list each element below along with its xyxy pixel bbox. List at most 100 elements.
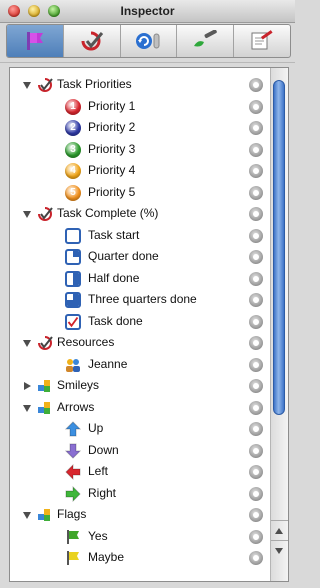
arrow-svg — [64, 421, 82, 437]
detail-icon[interactable] — [249, 250, 263, 264]
detail-icon[interactable] — [249, 422, 263, 436]
scroll-up-button[interactable] — [271, 520, 288, 541]
style-row[interactable]: 1 Priority 1 — [10, 96, 268, 118]
group-row[interactable]: Task Priorities — [10, 74, 268, 96]
row-label: Task done — [88, 313, 143, 328]
progress-0-icon — [65, 227, 81, 244]
detail-icon[interactable] — [249, 400, 263, 415]
window-title: Inspector — [120, 4, 175, 18]
detail-icon[interactable] — [249, 293, 263, 307]
detail-icon[interactable] — [249, 207, 263, 221]
group-row[interactable]: Resources — [10, 332, 268, 354]
arrow-left-icon — [65, 463, 81, 481]
tab-styles[interactable] — [7, 25, 64, 57]
style-row[interactable]: 4 Priority 4 — [10, 160, 268, 182]
priority-number: 4 — [70, 165, 76, 176]
task-done-icon — [65, 313, 81, 330]
sync-tab-icon — [136, 33, 160, 49]
group-row[interactable]: Smileys — [10, 375, 268, 397]
detail-icon[interactable] — [249, 465, 263, 479]
priority-1-icon: 1 — [65, 98, 81, 115]
detail-icon[interactable] — [249, 529, 263, 544]
progress-fill — [67, 300, 79, 306]
detail-icon[interactable] — [249, 336, 263, 350]
puzzle-svg — [38, 509, 50, 521]
checkmark-svg — [38, 207, 53, 221]
disclosure-closed-icon[interactable] — [24, 382, 31, 390]
style-row[interactable]: 3 Priority 3 — [10, 139, 268, 161]
detail-icon[interactable] — [249, 443, 263, 458]
flag-maybe-icon — [65, 550, 81, 566]
style-row[interactable]: Right — [10, 483, 268, 505]
style-row[interactable]: Jeanne — [10, 354, 268, 376]
group-row[interactable]: Task Complete (%) — [10, 203, 268, 225]
row-label: Up — [88, 421, 104, 435]
brush-tab-icon — [194, 30, 218, 47]
row-label: Priority 4 — [88, 163, 136, 177]
progress-50-icon — [65, 270, 81, 287]
style-row[interactable]: Down — [10, 440, 268, 462]
scroll-up-icon — [275, 528, 283, 534]
row-label: Priority 5 — [88, 184, 136, 199]
arrow-right-icon — [65, 485, 81, 502]
disclosure-open-icon[interactable] — [23, 404, 31, 412]
scroll-down-icon — [275, 548, 283, 554]
checkmark-svg — [38, 78, 53, 92]
styles-list: Task Priorities 1 Priority 1 2 Priority 2 3 Pr… — [9, 67, 289, 582]
disclosure-open-icon[interactable] — [23, 340, 31, 347]
style-row[interactable]: Left — [10, 461, 268, 483]
disclosure-open-icon[interactable] — [23, 82, 31, 89]
row-label: Resources — [57, 335, 115, 349]
vertical-scrollbar[interactable] — [270, 68, 288, 581]
group-row[interactable]: Flags — [10, 504, 268, 526]
detail-icon[interactable] — [249, 121, 263, 135]
style-row[interactable]: Three quarters done — [10, 289, 268, 311]
checkmark-group-icon — [37, 335, 53, 351]
title-bar: Inspector — [0, 0, 295, 23]
tab-resources[interactable] — [121, 25, 178, 57]
disclosure-open-icon[interactable] — [23, 512, 31, 519]
scroll-thumb[interactable] — [273, 80, 285, 415]
detail-icon[interactable] — [249, 164, 263, 178]
row-label: Right — [88, 485, 117, 500]
detail-icon[interactable] — [249, 142, 263, 157]
detail-icon[interactable] — [249, 508, 263, 522]
detail-icon[interactable] — [249, 185, 263, 200]
progress-25-icon — [65, 249, 81, 265]
style-row[interactable]: 5 Priority 5 — [10, 182, 268, 204]
style-row[interactable]: Task done — [10, 311, 268, 333]
style-row[interactable]: Half done — [10, 268, 268, 290]
detail-icon[interactable] — [249, 551, 263, 565]
task-done-check — [67, 316, 79, 327]
detail-icon[interactable] — [249, 99, 263, 114]
row-label: Priority 3 — [88, 141, 136, 156]
priority-number: 2 — [70, 122, 76, 133]
puzzle-group-icon — [37, 507, 53, 523]
style-row[interactable]: Yes — [10, 526, 268, 548]
arrow-svg — [65, 463, 81, 481]
tab-notes[interactable] — [234, 25, 290, 57]
tab-appearance[interactable] — [177, 25, 235, 57]
disclosure-open-icon[interactable] — [23, 211, 31, 218]
style-row[interactable]: Task start — [10, 225, 268, 247]
progress-fill — [73, 272, 79, 285]
style-row[interactable]: Quarter done — [10, 246, 268, 268]
detail-icon[interactable] — [249, 228, 263, 243]
priority-5-icon: 5 — [65, 184, 81, 201]
detail-icon[interactable] — [249, 357, 263, 372]
row-label: Task start — [88, 227, 140, 242]
detail-icon[interactable] — [249, 314, 263, 329]
detail-icon[interactable] — [249, 486, 263, 501]
style-row[interactable]: Up — [10, 418, 268, 440]
group-row[interactable]: Arrows — [10, 397, 268, 419]
row-label: Yes — [88, 528, 108, 543]
detail-icon[interactable] — [249, 379, 263, 393]
notes-tab-icon — [251, 30, 273, 50]
tab-tasks[interactable] — [64, 25, 121, 57]
scroll-down-button[interactable] — [271, 540, 288, 561]
detail-icon[interactable] — [249, 78, 263, 92]
arrow-down-icon — [64, 443, 82, 459]
style-row[interactable]: 2 Priority 2 — [10, 117, 268, 139]
detail-icon[interactable] — [249, 271, 263, 286]
style-row[interactable]: Maybe — [10, 547, 268, 569]
